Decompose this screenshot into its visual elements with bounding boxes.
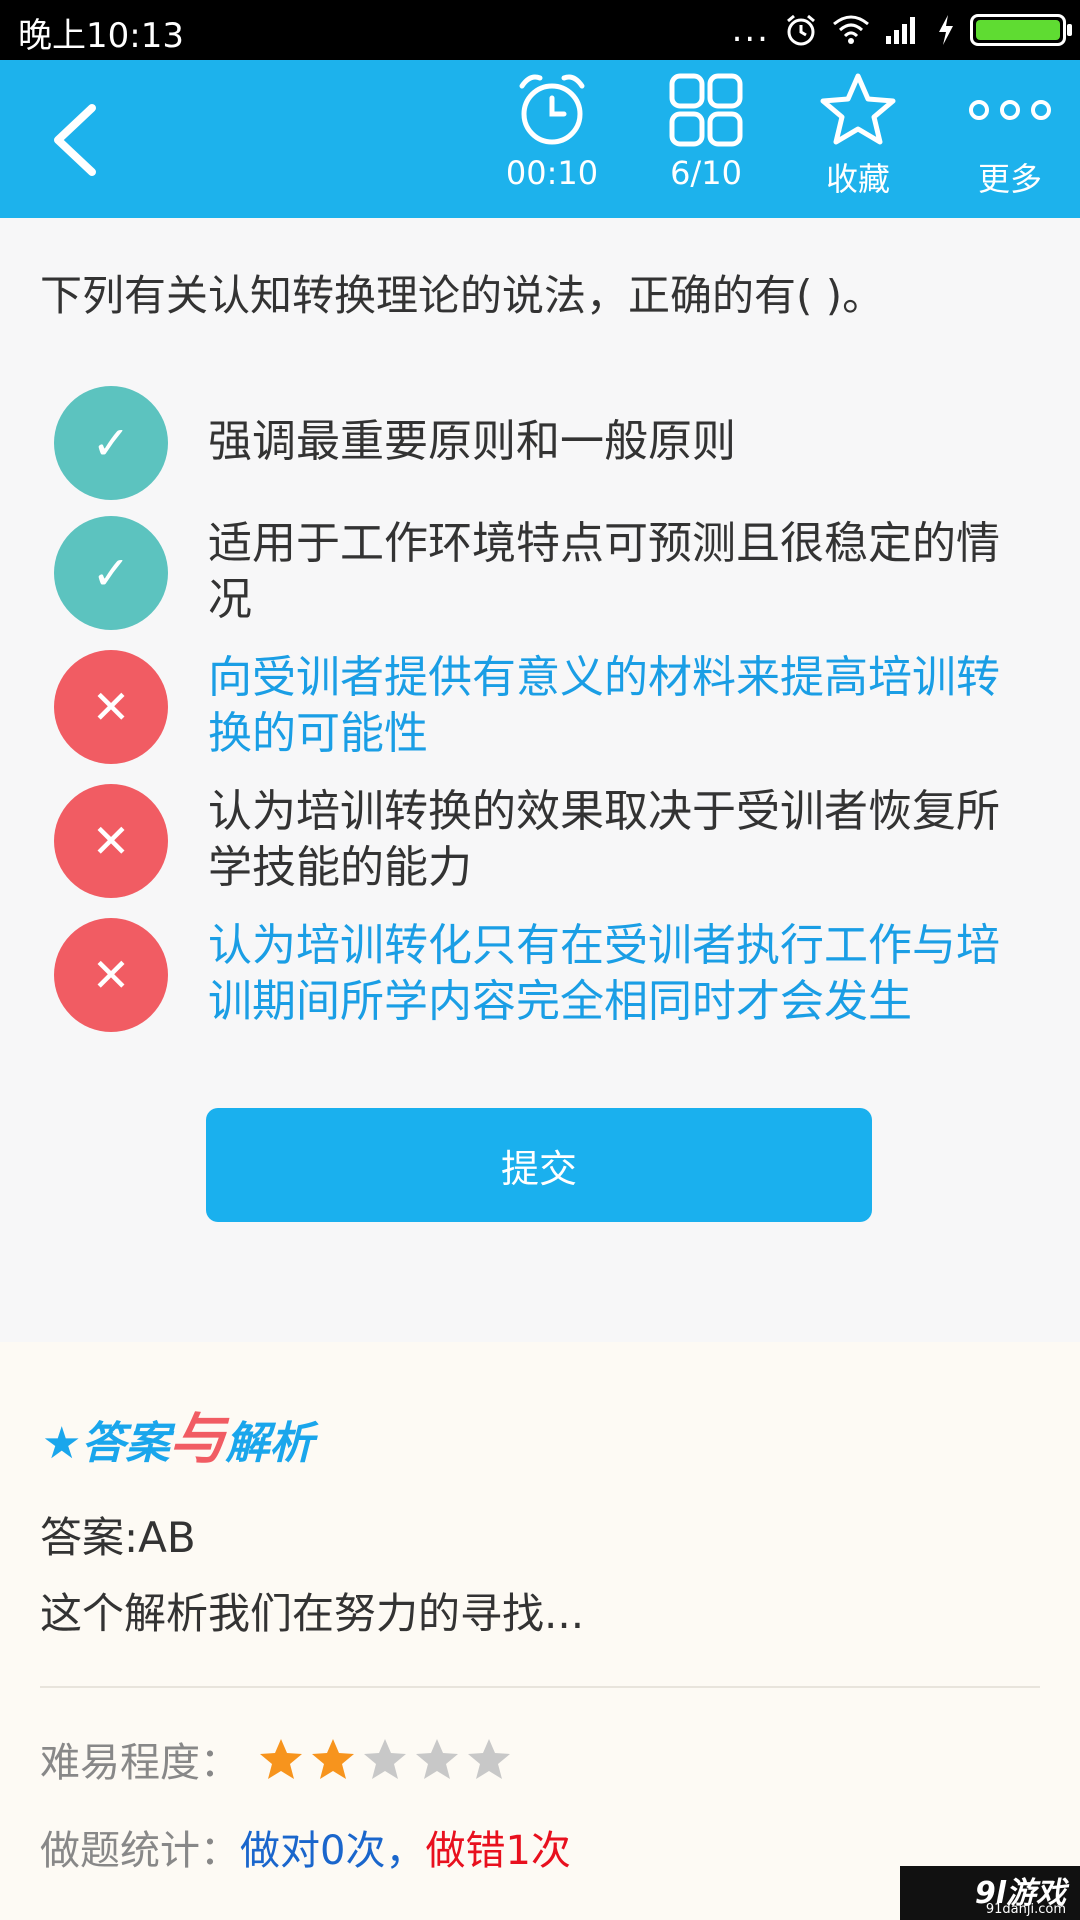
stats-sep: ， [385, 1828, 426, 1874]
difficulty-row: 难易程度： [40, 1730, 512, 1788]
option-text: 认为培训转换的效果取决于受训者恢复所学技能的能力 [208, 786, 1000, 893]
divider [40, 1686, 1040, 1688]
cross-icon: ✕ [54, 918, 168, 1032]
signal-icon [886, 17, 915, 44]
cross-icon: ✕ [54, 650, 168, 764]
alarm-icon [787, 14, 815, 46]
title-part1: 答案 [81, 1418, 170, 1469]
analysis-title: ★答案与解析 [42, 1394, 313, 1475]
star-icon [820, 73, 896, 145]
more-label: 更多 [977, 160, 1042, 198]
battery-icon [970, 14, 1072, 46]
title-star-icon: ★ [42, 1418, 82, 1469]
timer-label: 00:10 [505, 154, 599, 192]
wifi-icon [833, 15, 869, 44]
question-grid-button[interactable]: 6/10 [636, 70, 776, 192]
title-yu: 与 [169, 1407, 226, 1472]
grid-icon [669, 73, 743, 147]
status-time: 晚上10:13 [18, 16, 184, 56]
option-text: 适用于工作环境特点可预测且很稳定的情况 [208, 518, 1000, 625]
star-empty-icon [364, 1739, 406, 1779]
star-filled-icon [260, 1739, 302, 1779]
cross-icon: ✕ [54, 784, 168, 898]
back-button[interactable] [46, 100, 106, 180]
favorite-button[interactable]: 收藏 [788, 70, 928, 200]
status-bar: 晚上10:13 ... [0, 0, 1080, 60]
difficulty-stars [258, 1736, 512, 1782]
progress-label: 6/10 [670, 154, 742, 192]
stats-correct: 做对0次 [240, 1828, 386, 1874]
stats-wrong: 做错1次 [425, 1828, 571, 1874]
top-toolbar: 00:10 6/10 收藏 更多 [0, 60, 1080, 218]
alarm-clock-icon [519, 74, 585, 145]
stats-row: 做题统计：做对0次，做错1次 [40, 1818, 571, 1876]
notification-dots: ... [731, 10, 770, 50]
option-text: 认为培训转化只有在受训者执行工作与培训期间所学内容完全相同时才会发生 [208, 920, 1000, 1027]
more-dots-icon [969, 100, 1051, 120]
star-empty-icon [468, 1739, 510, 1779]
favorite-label: 收藏 [825, 160, 890, 198]
status-icons: ... [731, 10, 1072, 50]
answer-text: 答案:AB [40, 1513, 196, 1562]
analysis-panel: ★答案与解析 答案:AB 这个解析我们在努力的寻找... 难易程度： 做题统计：… [0, 1342, 1080, 1920]
stats-label: 做题统计： [40, 1828, 240, 1874]
watermark-logo: 9l游戏 91danji.com [900, 1866, 1080, 1920]
title-part2: 解析 [225, 1418, 314, 1469]
option-text: 强调最重要原则和一般原则 [208, 416, 736, 467]
more-button[interactable]: 更多 [940, 70, 1080, 200]
charging-icon [939, 15, 953, 45]
check-icon: ✓ [54, 386, 168, 500]
timer-button[interactable]: 00:10 [482, 70, 622, 192]
explanation-text: 这个解析我们在努力的寻找... [40, 1589, 585, 1638]
submit-button[interactable]: 提交 [206, 1108, 872, 1222]
difficulty-label: 难易程度： [40, 1740, 240, 1786]
star-filled-icon [312, 1739, 354, 1779]
watermark-small: 91danji.com [985, 1902, 1066, 1917]
check-icon: ✓ [54, 516, 168, 630]
question-text: 下列有关认知转换理论的说法，正确的有( )。 [40, 271, 885, 320]
option-text: 向受训者提供有意义的材料来提高培训转换的可能性 [208, 652, 1000, 759]
star-empty-icon [416, 1739, 458, 1779]
